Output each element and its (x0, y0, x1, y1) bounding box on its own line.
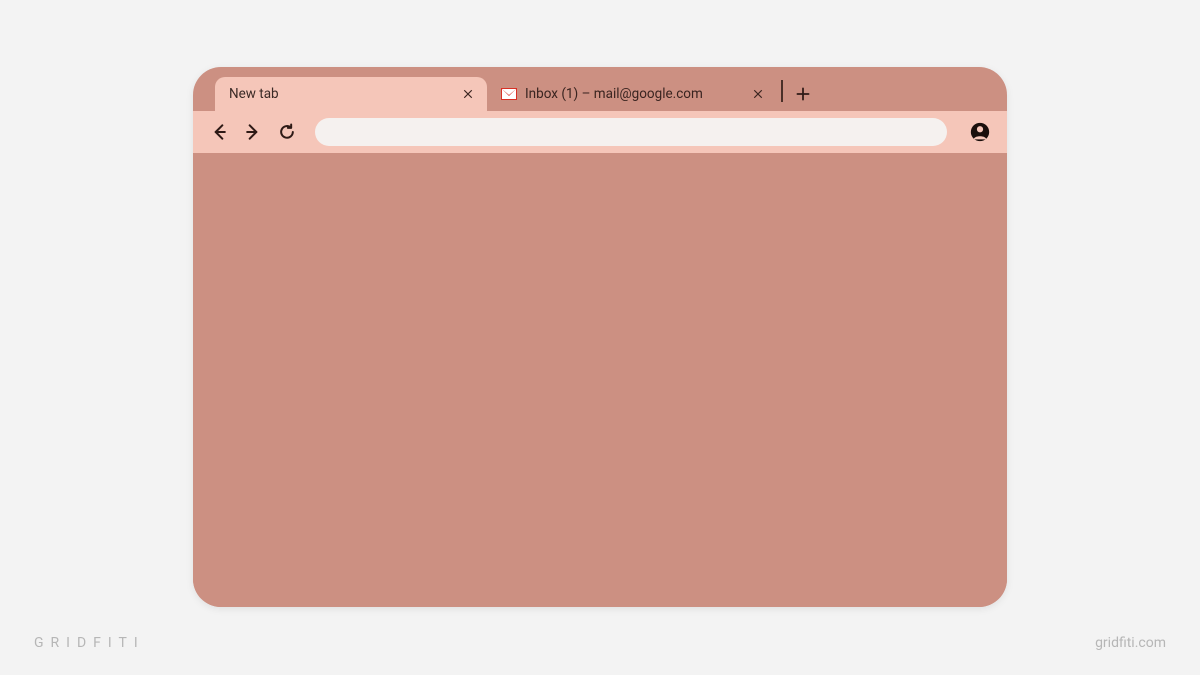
content-area (193, 153, 1007, 607)
forward-button[interactable] (241, 120, 265, 144)
tab-strip: New tab Inbox (1) – mail@google.com (193, 67, 1007, 111)
profile-button[interactable] (967, 119, 993, 145)
new-tab-button[interactable] (789, 80, 817, 108)
reload-button[interactable] (275, 120, 299, 144)
close-icon[interactable] (749, 85, 767, 103)
tab-active[interactable]: New tab (215, 77, 487, 111)
toolbar (193, 111, 1007, 153)
browser-window: New tab Inbox (1) – mail@google.com (193, 67, 1007, 607)
address-bar[interactable] (315, 118, 947, 146)
tab-title: Inbox (1) – mail@google.com (525, 86, 741, 102)
tab-title: New tab (229, 86, 459, 102)
watermark-url: gridfiti.com (1095, 635, 1166, 651)
close-icon[interactable] (459, 85, 477, 103)
tab-inactive[interactable]: Inbox (1) – mail@google.com (487, 77, 777, 111)
watermark-brand: GRIDFITI (34, 635, 145, 651)
back-button[interactable] (207, 120, 231, 144)
gmail-icon (501, 88, 517, 100)
tab-divider (781, 80, 783, 102)
